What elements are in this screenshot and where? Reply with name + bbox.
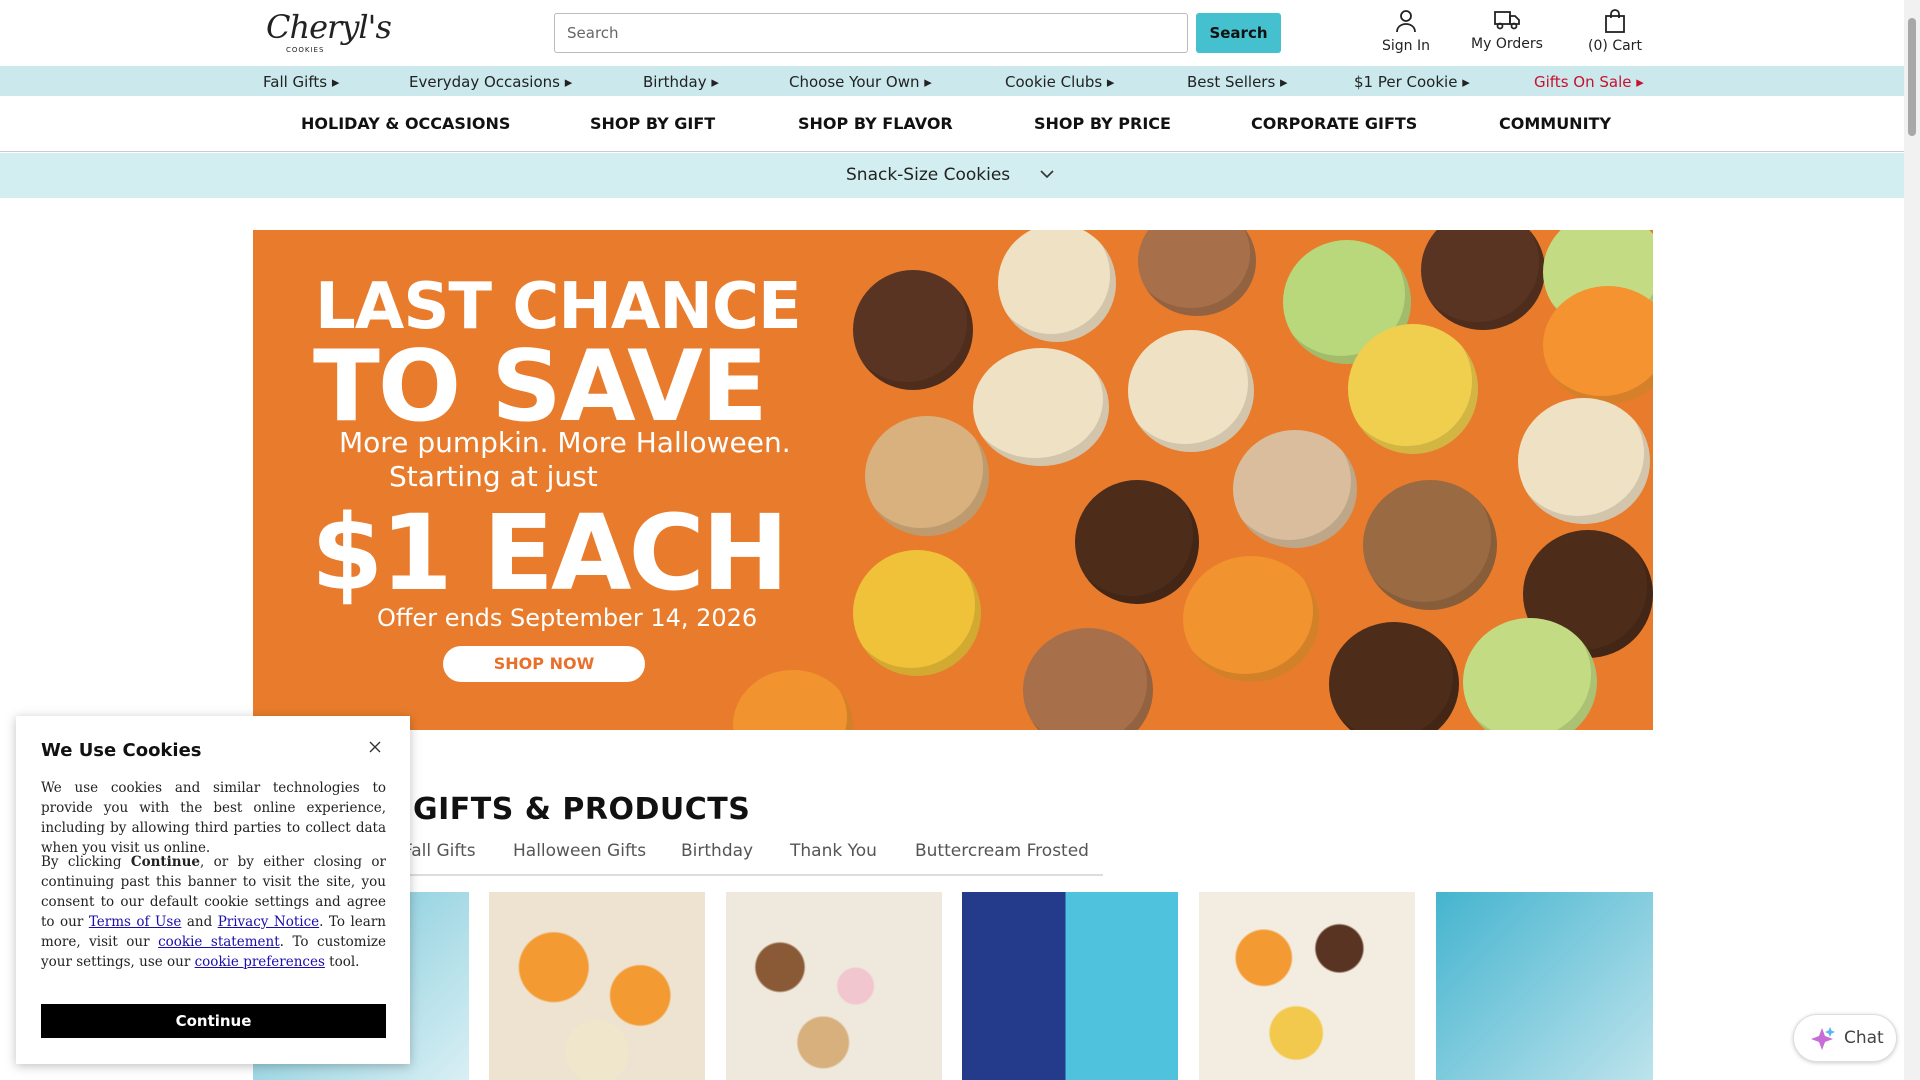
tab-fall-gifts[interactable]: Fall Gifts (403, 841, 476, 861)
product-card-birthday-card[interactable] (962, 892, 1178, 1080)
pumpkin-cookie-image (733, 670, 853, 730)
banner-price: $1 EACH (311, 492, 789, 614)
sugar-cookie-image (973, 348, 1109, 466)
strip-item-birthday[interactable]: Birthday ▸ (643, 73, 719, 91)
strip-item-choose-your-own[interactable]: Choose Your Own ▸ (789, 73, 932, 91)
tab-buttercream-frosted[interactable]: Buttercream Frosted (915, 841, 1089, 861)
nav-shop-by-gift[interactable]: SHOP BY GIFT (590, 114, 715, 133)
banner-subline-2: Starting at just (389, 460, 598, 493)
product-card-fall-cookies[interactable] (1199, 892, 1415, 1080)
strip-item-best-sellers[interactable]: Best Sellers ▸ (1187, 73, 1288, 91)
chat-button[interactable]: Chat (1793, 1014, 1897, 1062)
sign-in-label: Sign In (1382, 38, 1430, 54)
nav-community[interactable]: COMMUNITY (1499, 114, 1611, 133)
search-input[interactable] (554, 13, 1188, 53)
chocolate-chip-cookie-image (1138, 230, 1256, 316)
site-header: Cheryl's COOKIES Search Sign In My Order… (0, 0, 1904, 66)
cookie-consent-dialog: We Use Cookies We use cookies and simila… (16, 716, 410, 1064)
tab-birthday[interactable]: Birthday (681, 841, 753, 861)
chocolate-cookie-image (1329, 622, 1459, 730)
chocolate-chip-cookie-image (1023, 628, 1153, 730)
scrollbar-thumb[interactable] (1908, 18, 1916, 136)
continue-button[interactable]: Continue (41, 1004, 386, 1038)
logo-subtext: COOKIES (286, 46, 325, 54)
consent-text: By clicking (41, 854, 131, 870)
halloween-frosted-cookie-image (1518, 398, 1650, 524)
page-scrollbar[interactable] (1904, 0, 1920, 1080)
cart-link[interactable]: (0) Cart (1584, 8, 1646, 54)
consent-text: tool. (324, 954, 360, 970)
main-nav: HOLIDAY & OCCASIONS SHOP BY GIFT SHOP BY… (0, 96, 1904, 152)
my-orders-link[interactable]: My Orders (1470, 8, 1544, 52)
cookie-preferences-link[interactable]: cookie preferences (195, 954, 325, 970)
chat-label: Chat (1844, 1028, 1884, 1048)
pumpkin-cookie-image (1183, 556, 1319, 682)
snack-size-label: Snack-Size Cookies (846, 165, 1011, 185)
privacy-notice-link[interactable]: Privacy Notice (218, 914, 319, 930)
gifts-products-title: GIFTS & PRODUCTS (413, 792, 751, 827)
product-card-assorted-cookies[interactable] (726, 892, 942, 1080)
banner-subline-1: More pumpkin. More Halloween. (339, 426, 791, 459)
product-card-pumpkin-cookies[interactable] (489, 892, 705, 1080)
consent-paragraph-1: We use cookies and similar technologies … (41, 780, 386, 856)
chocolate-cookie-image (1075, 480, 1199, 604)
category-strip: Fall Gifts ▸ Everyday Occasions ▸ Birthd… (0, 66, 1904, 96)
consent-title: We Use Cookies (41, 740, 202, 761)
strip-item-everyday-occasions[interactable]: Everyday Occasions ▸ (409, 73, 572, 91)
molasses-cookie-image (1363, 480, 1497, 610)
sign-in-link[interactable]: Sign In (1378, 8, 1434, 54)
strip-item-gifts-on-sale[interactable]: Gifts On Sale ▸ (1534, 73, 1644, 91)
product-card-cookie-box[interactable] (1436, 892, 1653, 1080)
consent-paragraph-2: By clicking Continue, or by either closi… (41, 852, 386, 972)
search-button[interactable]: Search (1196, 13, 1281, 53)
consent-bold-continue: Continue (130, 854, 201, 870)
strip-item-cookie-clubs[interactable]: Cookie Clubs ▸ (1005, 73, 1114, 91)
truck-icon (1494, 11, 1520, 30)
tab-halloween-gifts[interactable]: Halloween Gifts (513, 841, 646, 861)
chocolate-cookie-image (853, 270, 973, 390)
nav-shop-by-price[interactable]: SHOP BY PRICE (1034, 114, 1171, 133)
strip-item-fall-gifts[interactable]: Fall Gifts ▸ (263, 73, 339, 91)
shopping-bag-icon (1605, 9, 1625, 33)
close-icon[interactable] (364, 736, 386, 758)
leaf-cookie-image (853, 550, 981, 676)
snack-size-dropdown[interactable]: Snack-Size Cookies (0, 153, 1904, 198)
cheryls-logo[interactable]: Cheryl's COOKIES (262, 6, 392, 58)
cart-label: (0) Cart (1588, 38, 1642, 54)
leaf-cookie-image (1348, 324, 1478, 454)
nav-corporate-gifts[interactable]: CORPORATE GIFTS (1251, 114, 1417, 133)
chevron-down-icon (1040, 170, 1054, 179)
tab-thank-you[interactable]: Thank You (790, 841, 877, 861)
chocolate-cookie-image (1421, 230, 1545, 330)
my-orders-label: My Orders (1471, 36, 1543, 52)
banner-offer-ends: Offer ends September 14, 2026 (377, 604, 758, 632)
promo-banner[interactable]: LAST CHANCE TO SAVE More pumpkin. More H… (253, 230, 1653, 730)
strip-item-dollar-per-cookie[interactable]: $1 Per Cookie ▸ (1354, 73, 1470, 91)
chat-sparkle-icon (1811, 1027, 1835, 1050)
shop-now-button[interactable]: SHOP NOW (443, 646, 645, 682)
oatmeal-cookie-image (865, 416, 989, 536)
user-icon (1396, 10, 1416, 33)
terms-of-use-link[interactable]: Terms of Use (89, 914, 182, 930)
nav-holiday-occasions[interactable]: HOLIDAY & OCCASIONS (301, 114, 510, 133)
halloween-frosted-cookie-image (1128, 330, 1254, 452)
snickerdoodle-cookie-image (1233, 430, 1357, 548)
consent-text: and (181, 914, 218, 930)
sugar-cookie-image (998, 230, 1116, 342)
nav-shop-by-flavor[interactable]: SHOP BY FLAVOR (798, 114, 953, 133)
logo-script: Cheryl's (266, 8, 392, 46)
cookie-statement-link[interactable]: cookie statement (158, 934, 280, 950)
